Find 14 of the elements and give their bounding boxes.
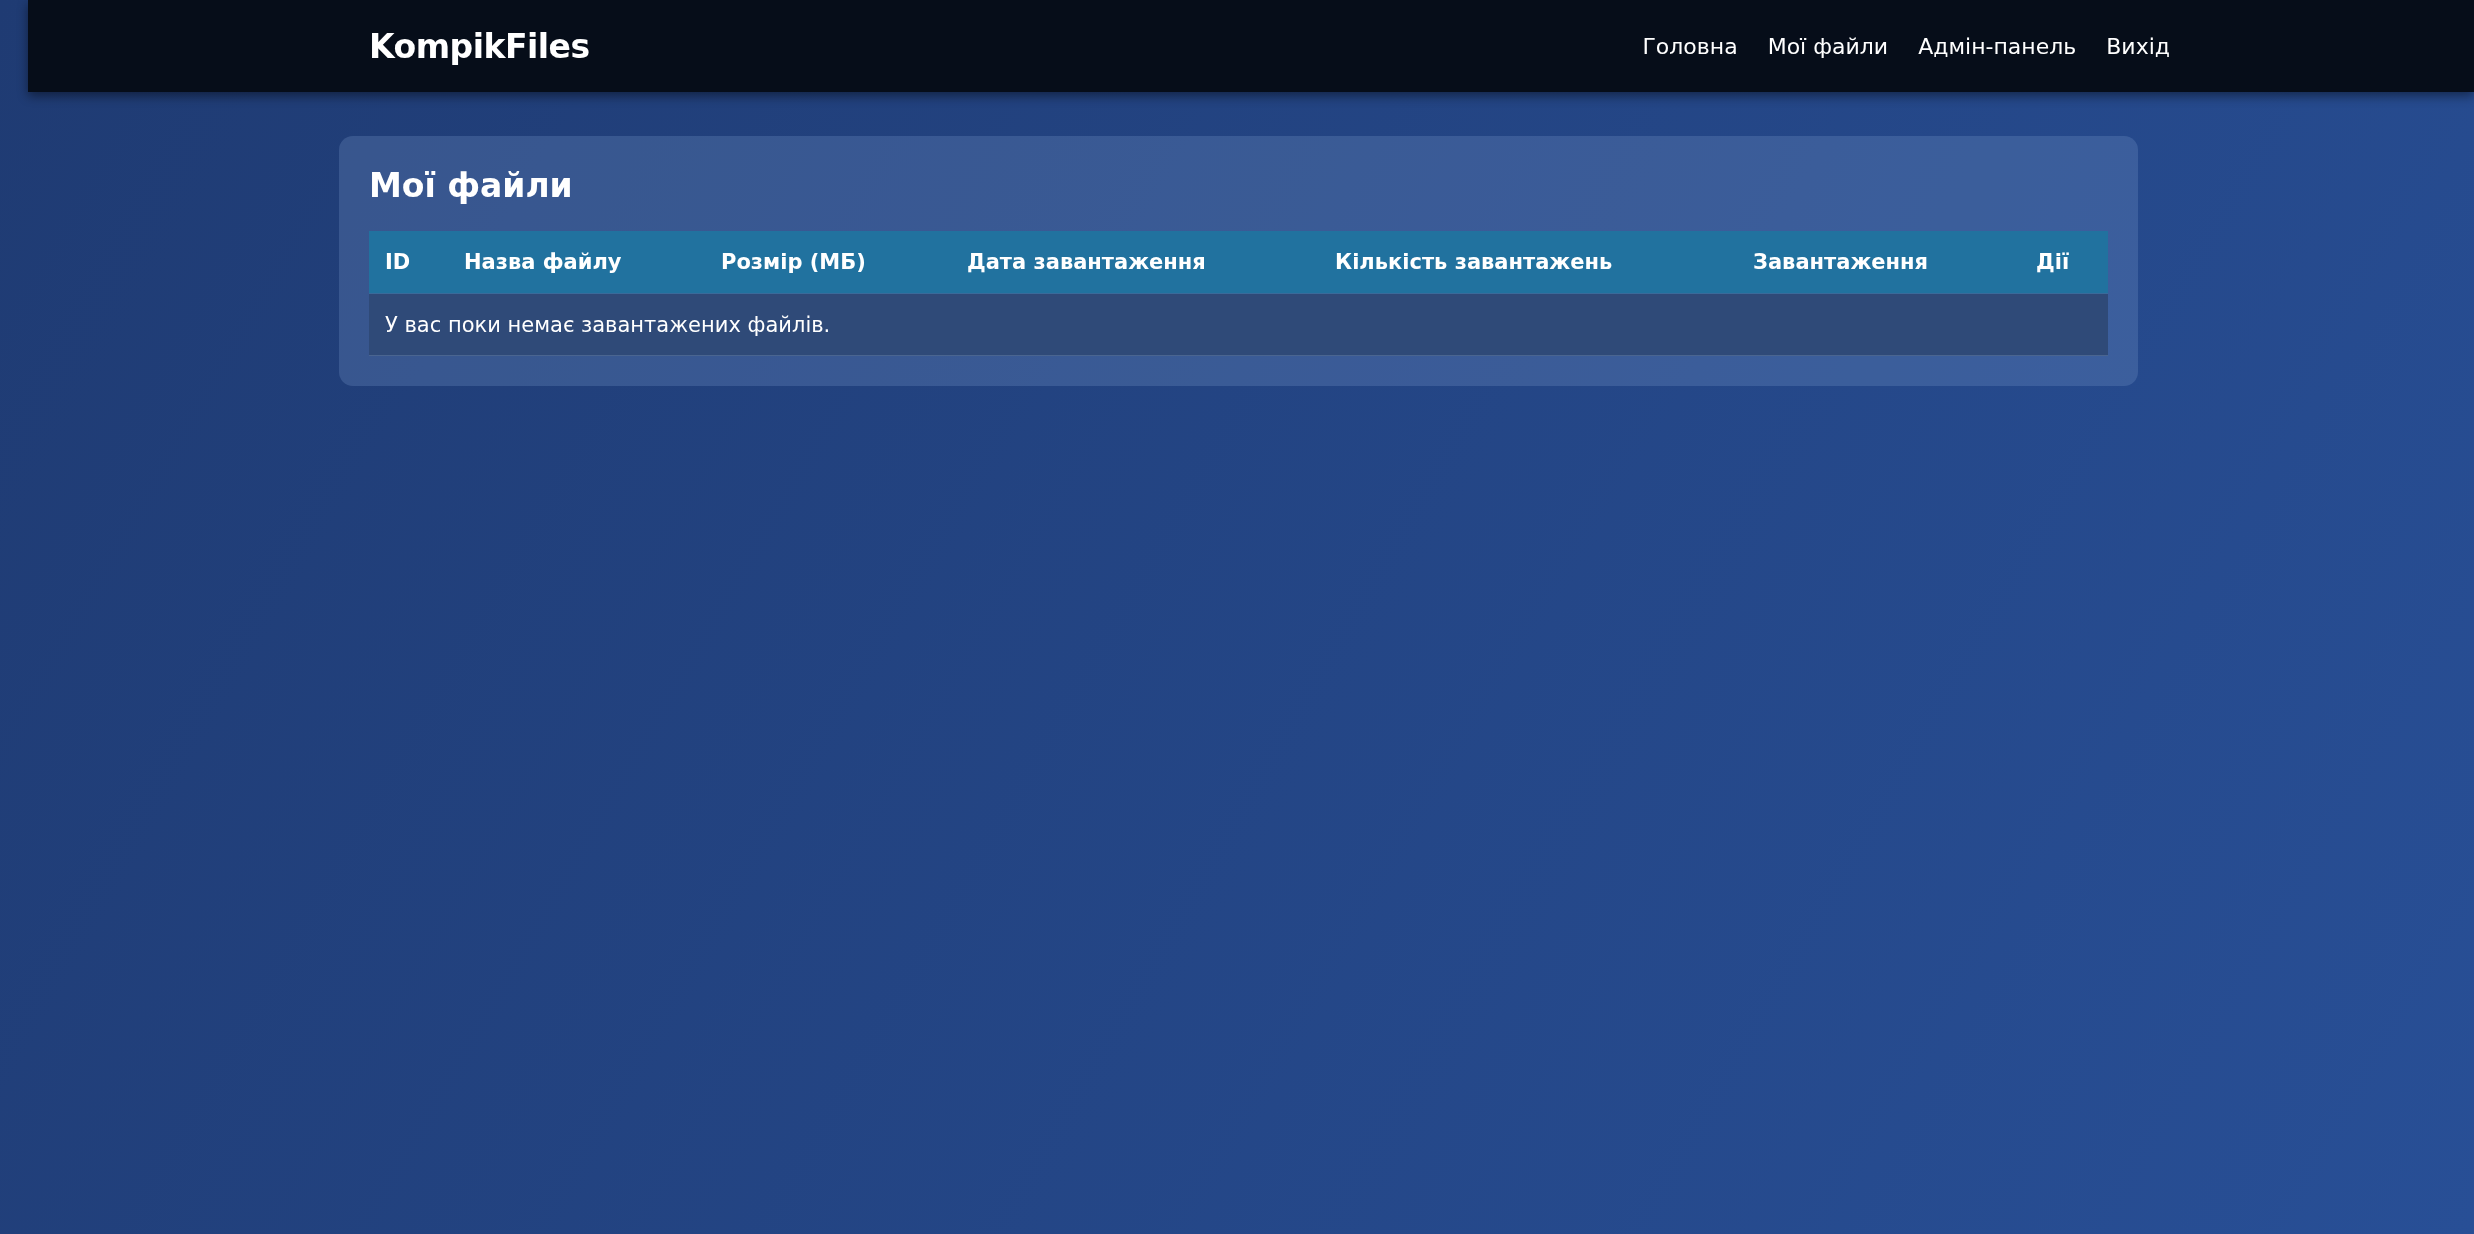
nav-link[interactable]: Вихід (2106, 33, 2170, 59)
nav-link[interactable]: Адмін-панель (1918, 33, 2077, 59)
column-header: Завантаження (1737, 231, 2020, 294)
column-header: Дата завантаження (951, 231, 1319, 294)
nav-link[interactable]: Мої файли (1767, 33, 1889, 59)
nav-link[interactable]: Головна (1642, 33, 1738, 59)
empty-message: У вас поки немає завантажених файлів. (369, 293, 2108, 356)
column-header: Дії (2020, 231, 2108, 294)
column-header: Назва файлу (448, 231, 705, 294)
column-header: ID (369, 231, 448, 294)
column-header: Розмір (МБ) (705, 231, 951, 294)
column-header: Кількість завантажень (1319, 231, 1737, 294)
site-logo[interactable]: KompikFiles (369, 26, 590, 66)
page-title: Мої файли (369, 166, 574, 205)
